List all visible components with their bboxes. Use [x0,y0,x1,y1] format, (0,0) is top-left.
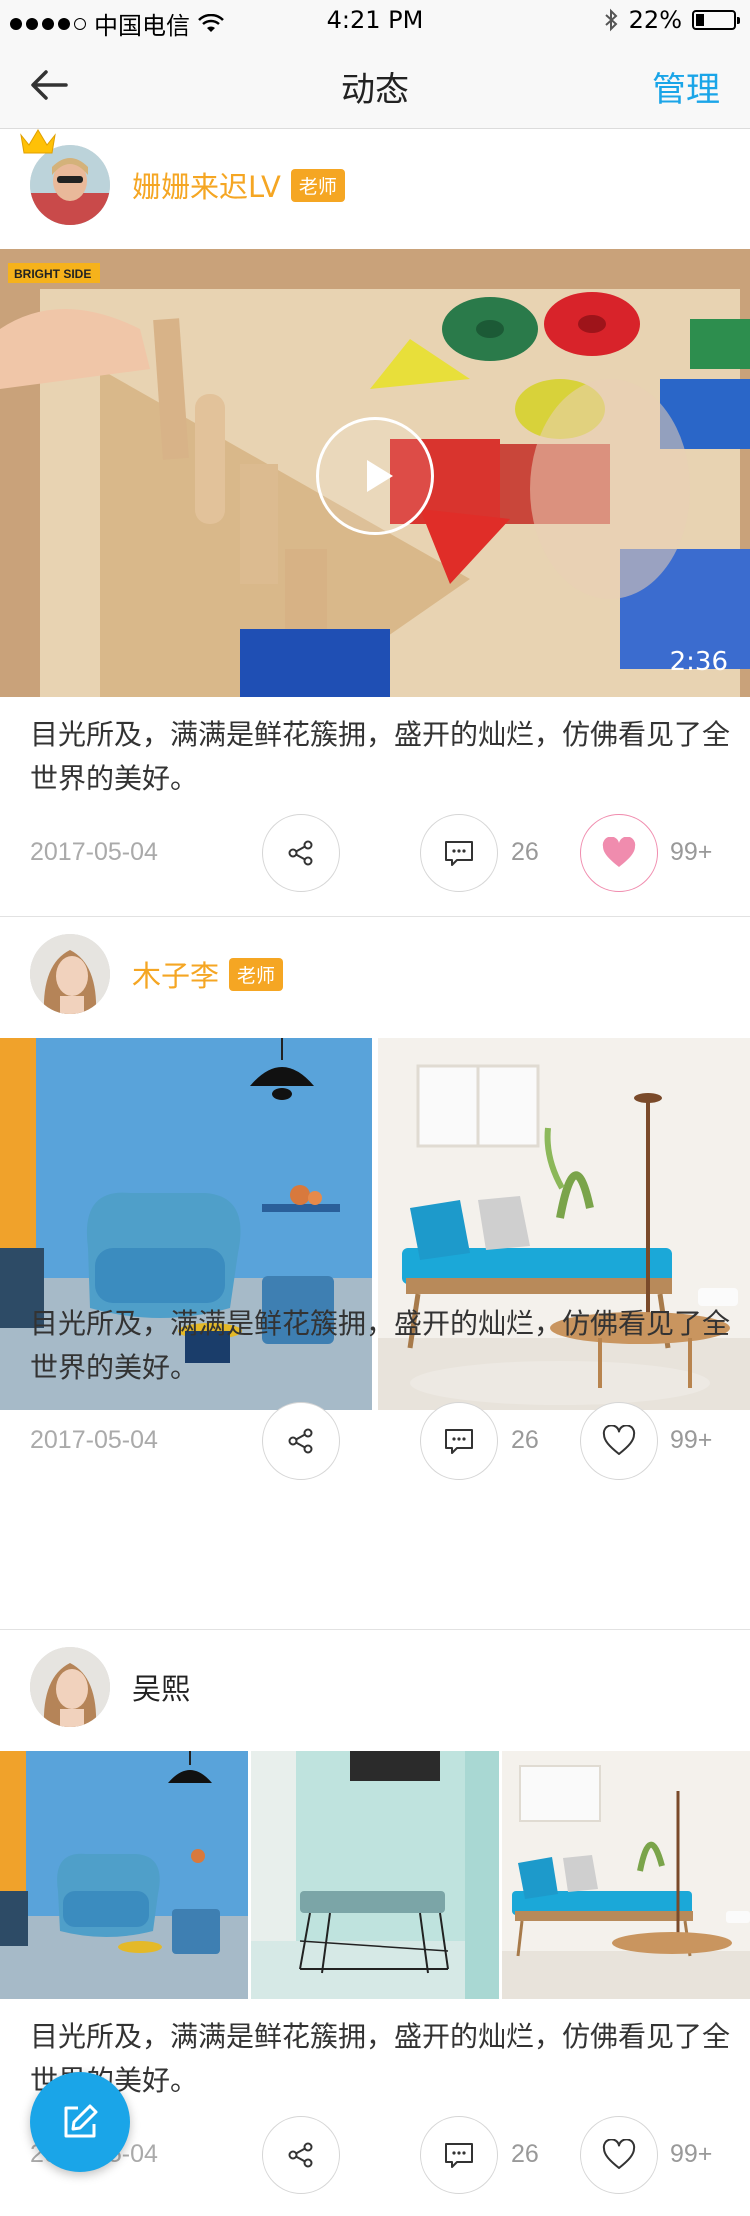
heart-icon [602,837,636,867]
comment-count: 26 [511,1426,539,1454]
post-author[interactable]: 木子李 老师 [30,934,284,1014]
compose-button[interactable] [30,2072,130,2172]
post-author[interactable]: 吴熙 [30,1647,190,1727]
share-icon [288,840,313,866]
comment-icon [445,1429,473,1454]
like-button[interactable] [580,1402,658,1480]
share-icon [288,2142,313,2168]
video-watermark: BRIGHT SIDE [14,267,91,281]
post-image[interactable] [251,1751,499,1999]
comment-button[interactable] [420,2116,498,2194]
share-button[interactable] [262,1402,340,1480]
play-button[interactable] [316,417,434,535]
comment-icon [445,2143,473,2168]
post-text: 目光所及，满满是鲜花簇拥，盛开的灿烂，仿佛看见了全世界的美好。 [30,2020,731,2097]
page-title: 动态 [341,70,409,110]
post-divider [0,916,750,917]
post-actions: 2017-05-04 26 99+ [0,814,750,894]
post-image[interactable] [502,1751,750,1999]
like-count: 99+ [670,1426,713,1454]
post-date: 2017-05-04 [30,838,158,866]
post-image[interactable] [0,1751,248,1999]
nav-bar: 动态 管理 [0,40,750,129]
bluetooth-icon [604,8,618,32]
post-text: 目光所及，满满是鲜花簇拥，盛开的灿烂，仿佛看见了全世界的美好。 [30,1307,731,1384]
avatar[interactable] [30,1647,110,1727]
comment-icon [445,841,473,866]
comment-button[interactable] [420,1402,498,1480]
share-icon [288,1428,313,1454]
avatar[interactable] [30,145,110,225]
image-grid [0,1751,750,1999]
play-icon [367,460,393,492]
post-card: 木子李 老师 目光所及，满满是鲜花簇拥，盛开的灿烂，仿佛看见了全世界的美好。 2… [0,918,750,1630]
post-actions: 2017-05-04 26 99+ [0,1402,750,1482]
avatar[interactable] [30,934,110,1014]
video-duration: 2:36 [669,647,728,677]
crown-icon [20,129,56,154]
like-count: 99+ [670,2140,713,2168]
post-card: 姗姗来迟LV 老师 BRIGHT SIDE 2:36 目光所及，满满是鲜花簇拥，… [0,129,750,917]
author-name[interactable]: 吴熙 [132,1666,190,1708]
heart-icon [602,2139,636,2169]
video-player[interactable]: BRIGHT SIDE 2:36 [0,249,750,697]
author-name[interactable]: 木子李 [132,953,219,995]
status-bar: 中国电信 4:21 PM 22% [0,0,750,40]
post-date: 2017-05-04 [30,1426,158,1454]
role-badge: 老师 [290,168,345,202]
like-button[interactable] [580,814,658,892]
post-text: 目光所及，满满是鲜花簇拥，盛开的灿烂，仿佛看见了全世界的美好。 [30,718,731,795]
role-badge: 老师 [229,957,284,991]
edit-icon [64,2104,98,2138]
post-author[interactable]: 姗姗来迟LV 老师 [30,145,345,225]
comment-button[interactable] [420,814,498,892]
heart-icon [602,1425,636,1455]
like-count: 99+ [670,838,713,866]
manage-button[interactable]: 管理 [652,62,720,111]
share-button[interactable] [262,814,340,892]
author-name[interactable]: 姗姗来迟LV [132,164,281,206]
like-button[interactable] [580,2116,658,2194]
comment-count: 26 [511,838,539,866]
battery-percent: 22% [628,6,682,34]
comment-count: 26 [511,2140,539,2168]
post-divider [0,1629,750,1630]
share-button[interactable] [262,2116,340,2194]
battery-icon [692,10,740,30]
